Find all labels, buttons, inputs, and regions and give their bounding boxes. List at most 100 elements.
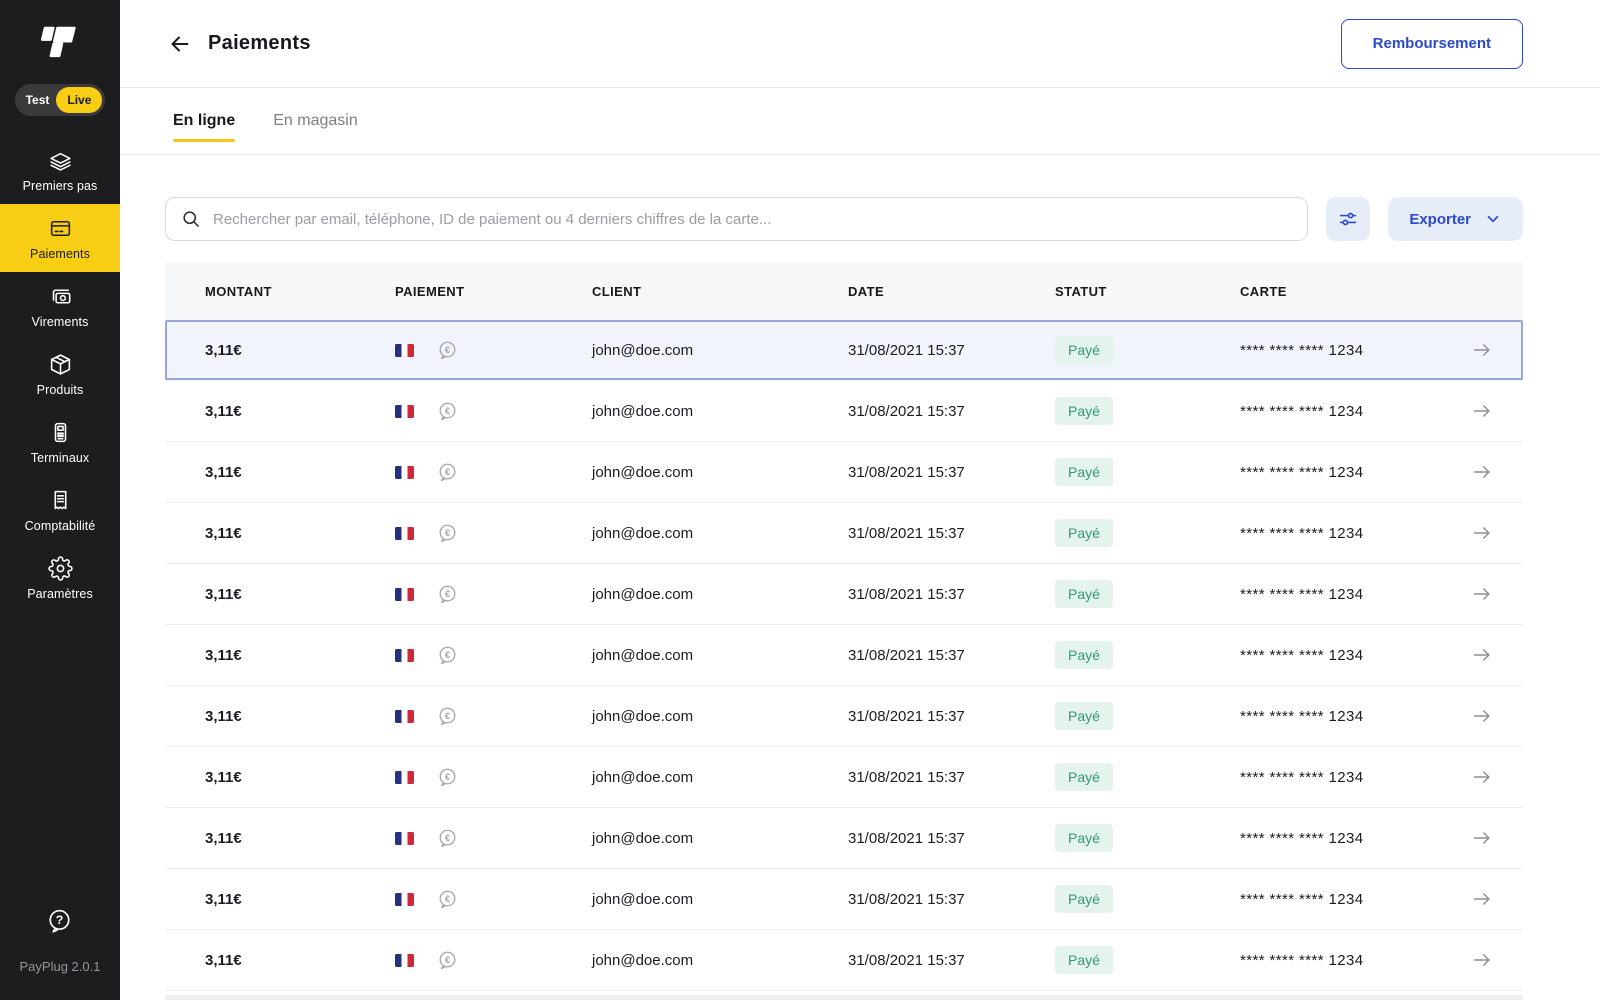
cell-paiement: € <box>395 583 592 606</box>
cell-montant: 3,11€ <box>205 768 242 786</box>
cell-paiement: € <box>395 888 592 911</box>
cell-statut: Payé <box>1055 824 1240 852</box>
payments-table: MONTANT PAIEMENT CLIENT DATE STATUT CARTE 3,1… <box>165 262 1523 991</box>
row-arrow-icon[interactable] <box>1469 949 1495 971</box>
sidebar-item-produits[interactable]: Produits <box>0 340 120 408</box>
cell-paiement: € <box>395 949 592 972</box>
cell-montant: 3,11€ <box>205 951 242 969</box>
row-arrow-icon[interactable] <box>1469 461 1495 483</box>
euro-currency-icon: € <box>436 766 459 789</box>
sidebar-item-label: Virements <box>31 315 89 329</box>
cell-date: 31/08/2021 15:37 <box>848 829 965 847</box>
table-row[interactable]: 3,11€ € john@doe.com 31/08/2021 15:37 Payé **… <box>165 808 1523 869</box>
cell-montant: 3,11€ <box>205 646 242 664</box>
france-flag-icon <box>395 526 414 540</box>
table-row[interactable]: 3,11€ € john@doe.com 31/08/2021 15:37 Payé **… <box>165 442 1523 503</box>
table-row[interactable]: 3,11€ € john@doe.com 31/08/2021 15:37 Payé **… <box>165 686 1523 747</box>
export-label: Exporter <box>1409 210 1471 228</box>
app-window: Test Live Premiers pas Paiements Virements… <box>0 0 1600 1000</box>
back-button[interactable] <box>166 32 193 56</box>
cell-date: 31/08/2021 15:37 <box>848 585 965 603</box>
row-arrow-icon[interactable] <box>1469 888 1495 910</box>
toggle-test-label[interactable]: Test <box>19 93 57 107</box>
help-icon[interactable]: ? <box>46 907 73 937</box>
terminal-icon <box>48 419 73 445</box>
table-row[interactable]: 3,11€ € john@doe.com 31/08/2021 15:37 Payé **… <box>165 625 1523 686</box>
sidebar-item-comptabilite[interactable]: Comptabilité <box>0 476 120 544</box>
search-box[interactable] <box>165 197 1309 241</box>
table-header: MONTANT PAIEMENT CLIENT DATE STATUT CARTE <box>165 262 1523 320</box>
box-icon <box>48 351 73 377</box>
cell-paiement: € <box>395 461 592 484</box>
cell-paiement: € <box>395 827 592 850</box>
table-row[interactable]: 3,11€ € john@doe.com 31/08/2021 15:37 Payé **… <box>165 564 1523 625</box>
status-badge: Payé <box>1055 946 1113 974</box>
cell-date: 31/08/2021 15:37 <box>848 463 965 481</box>
row-arrow-icon[interactable] <box>1469 705 1495 727</box>
cell-client: john@doe.com <box>592 646 694 664</box>
test-live-toggle[interactable]: Test Live <box>14 84 106 116</box>
table-row[interactable]: 3,11€ € john@doe.com 31/08/2021 15:37 Payé **… <box>165 747 1523 808</box>
refund-button[interactable]: Remboursement <box>1340 18 1523 69</box>
search-icon <box>183 211 199 227</box>
row-arrow-icon[interactable] <box>1469 339 1495 361</box>
cell-date: 31/08/2021 15:37 <box>848 768 965 786</box>
row-arrow-icon[interactable] <box>1469 583 1495 605</box>
svg-text:€: € <box>445 832 451 843</box>
cell-statut: Payé <box>1055 336 1240 364</box>
cell-montant: 3,11€ <box>205 890 242 908</box>
filter-button[interactable] <box>1326 197 1371 241</box>
sidebar-item-premiers-pas[interactable]: Premiers pas <box>0 136 120 204</box>
status-badge: Payé <box>1055 763 1113 791</box>
france-flag-icon <box>395 648 414 662</box>
banknote-icon <box>48 283 73 309</box>
content-area: Exporter MONTANT PAIEMENT CLIENT DATE STATUT… <box>120 155 1600 1000</box>
table-row[interactable]: 3,11€ € john@doe.com 31/08/2021 15:37 Payé **… <box>165 503 1523 564</box>
row-arrow-icon[interactable] <box>1469 827 1495 849</box>
cell-carte: **** **** **** 1234 <box>1240 646 1364 664</box>
tab-en-ligne[interactable]: En ligne <box>173 112 236 142</box>
toolbar: Exporter <box>165 197 1523 241</box>
cell-carte: **** **** **** 1234 <box>1240 585 1364 603</box>
cell-date: 31/08/2021 15:37 <box>848 524 965 542</box>
status-badge: Payé <box>1055 885 1113 913</box>
table-row[interactable]: 3,11€ € john@doe.com 31/08/2021 15:37 Payé **… <box>165 930 1523 991</box>
cell-carte: **** **** **** 1234 <box>1240 524 1364 542</box>
cell-date: 31/08/2021 15:37 <box>848 646 965 664</box>
row-arrow-icon[interactable] <box>1469 400 1495 422</box>
cell-montant: 3,11€ <box>205 524 242 542</box>
sidebar-item-parametres[interactable]: Paramètres <box>0 544 120 612</box>
page-header: Paiements Remboursement <box>120 0 1600 88</box>
sidebar-item-terminaux[interactable]: Terminaux <box>0 408 120 476</box>
row-arrow-icon[interactable] <box>1469 522 1495 544</box>
row-arrow-icon[interactable] <box>1469 644 1495 666</box>
cell-statut: Payé <box>1055 397 1240 425</box>
search-input[interactable] <box>213 210 1293 228</box>
table-row[interactable]: 3,11€ € john@doe.com 31/08/2021 15:37 Payé **… <box>165 381 1523 442</box>
cell-client: john@doe.com <box>592 463 694 481</box>
sidebar-item-paiements[interactable]: Paiements <box>0 204 120 272</box>
table-row[interactable]: 3,11€ € john@doe.com 31/08/2021 15:37 Payé **… <box>165 320 1523 381</box>
euro-currency-icon: € <box>436 888 459 911</box>
cell-carte: **** **** **** 1234 <box>1240 951 1364 969</box>
cell-paiement: € <box>395 400 592 423</box>
column-header-client: CLIENT <box>592 283 642 299</box>
sidebar-nav: Premiers pas Paiements Virements Produits Te… <box>0 136 120 612</box>
euro-currency-icon: € <box>436 522 459 545</box>
sidebar-item-label: Paiements <box>30 247 90 261</box>
sidebar-item-virements[interactable]: Virements <box>0 272 120 340</box>
table-row[interactable]: 3,11€ € john@doe.com 31/08/2021 15:37 Payé **… <box>165 869 1523 930</box>
tab-en-magasin[interactable]: En magasin <box>273 112 358 130</box>
column-header-paiement: PAIEMENT <box>395 283 465 299</box>
cell-paiement: € <box>395 766 592 789</box>
cell-client: john@doe.com <box>592 585 694 603</box>
row-arrow-icon[interactable] <box>1469 766 1495 788</box>
column-header-carte: CARTE <box>1240 283 1287 299</box>
cell-client: john@doe.com <box>592 707 694 725</box>
france-flag-icon <box>395 343 414 357</box>
toggle-live-label[interactable]: Live <box>56 87 103 113</box>
euro-currency-icon: € <box>436 705 459 728</box>
france-flag-icon <box>395 404 414 418</box>
svg-text:€: € <box>445 588 451 599</box>
export-button[interactable]: Exporter <box>1388 197 1523 241</box>
